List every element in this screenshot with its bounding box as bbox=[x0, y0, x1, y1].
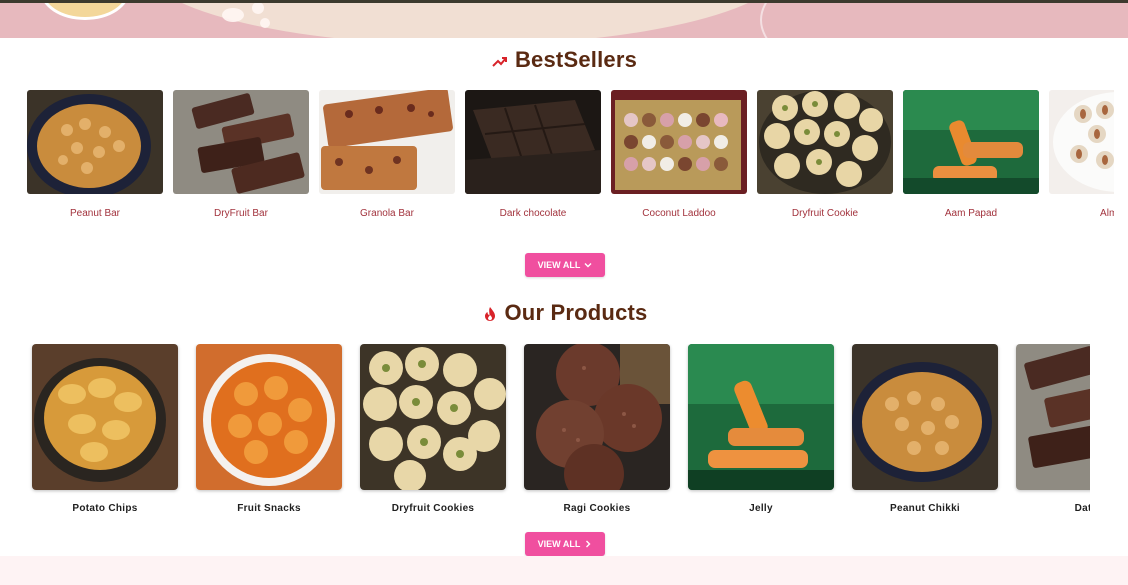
product-name[interactable]: Potato Chips bbox=[32, 503, 178, 514]
product-image[interactable] bbox=[852, 344, 998, 490]
bestsellers-heading: BestSellers bbox=[0, 47, 1128, 73]
product-image[interactable] bbox=[611, 90, 747, 194]
product-image[interactable] bbox=[903, 90, 1039, 194]
view-all-label: VIEW ALL bbox=[537, 260, 581, 270]
product-name[interactable]: Dryfruit Cookies bbox=[360, 503, 506, 514]
hero-dot bbox=[252, 2, 264, 14]
product-image[interactable] bbox=[1049, 90, 1114, 194]
product-name[interactable]: Dates bbox=[1016, 503, 1090, 514]
product-name[interactable]: Almond bbox=[1049, 208, 1114, 219]
trending-up-icon bbox=[492, 57, 507, 67]
product-name[interactable]: Fruit Snacks bbox=[196, 503, 342, 514]
product-name[interactable]: Dark chocolate bbox=[465, 208, 601, 219]
product-name[interactable]: Peanut Chikki bbox=[852, 503, 998, 514]
product-image[interactable] bbox=[319, 90, 455, 194]
product-image[interactable] bbox=[757, 90, 893, 194]
product-name[interactable]: Ragi Cookies bbox=[524, 503, 670, 514]
products-carousel[interactable]: Potato Chips Fruit Snacks Dryfruit Cooki… bbox=[0, 344, 1090, 522]
products-view-all-button[interactable]: VIEW ALL bbox=[525, 532, 605, 556]
footer-band bbox=[0, 556, 1128, 585]
product-image[interactable] bbox=[1016, 344, 1090, 490]
product-image[interactable] bbox=[32, 344, 178, 490]
product-name[interactable]: Aam Papad bbox=[903, 208, 1039, 219]
hero-top-border bbox=[0, 0, 1128, 3]
chevron-right-icon bbox=[586, 540, 591, 548]
product-name[interactable]: Peanut Bar bbox=[27, 208, 163, 219]
product-image[interactable] bbox=[465, 90, 601, 194]
fire-icon bbox=[484, 307, 495, 322]
product-name[interactable]: Jelly bbox=[688, 503, 834, 514]
hero-bowl-image bbox=[40, 0, 130, 20]
hero-dot bbox=[222, 8, 244, 22]
hero-ring bbox=[760, 0, 1128, 38]
hero-dot bbox=[260, 18, 270, 28]
view-all-label: VIEW ALL bbox=[537, 539, 581, 549]
bestsellers-view-all-button[interactable]: VIEW ALL bbox=[525, 253, 605, 277]
product-name[interactable]: Granola Bar bbox=[319, 208, 455, 219]
product-image[interactable] bbox=[688, 344, 834, 490]
chevron-down-icon bbox=[584, 263, 592, 268]
product-image[interactable] bbox=[196, 344, 342, 490]
product-image[interactable] bbox=[524, 344, 670, 490]
bestsellers-title: BestSellers bbox=[514, 47, 638, 72]
products-heading: Our Products bbox=[0, 300, 1128, 326]
product-image[interactable] bbox=[360, 344, 506, 490]
product-name[interactable]: Dryfruit Cookie bbox=[757, 208, 893, 219]
hero-banner bbox=[0, 0, 1128, 38]
product-image[interactable] bbox=[27, 90, 163, 194]
bestsellers-carousel[interactable]: Peanut Bar DryFruit Bar Granola Bar Dark… bbox=[0, 90, 1114, 230]
product-image[interactable] bbox=[173, 90, 309, 194]
products-title: Our Products bbox=[504, 300, 648, 325]
product-name[interactable]: DryFruit Bar bbox=[173, 208, 309, 219]
product-name[interactable]: Coconut Laddoo bbox=[611, 208, 747, 219]
